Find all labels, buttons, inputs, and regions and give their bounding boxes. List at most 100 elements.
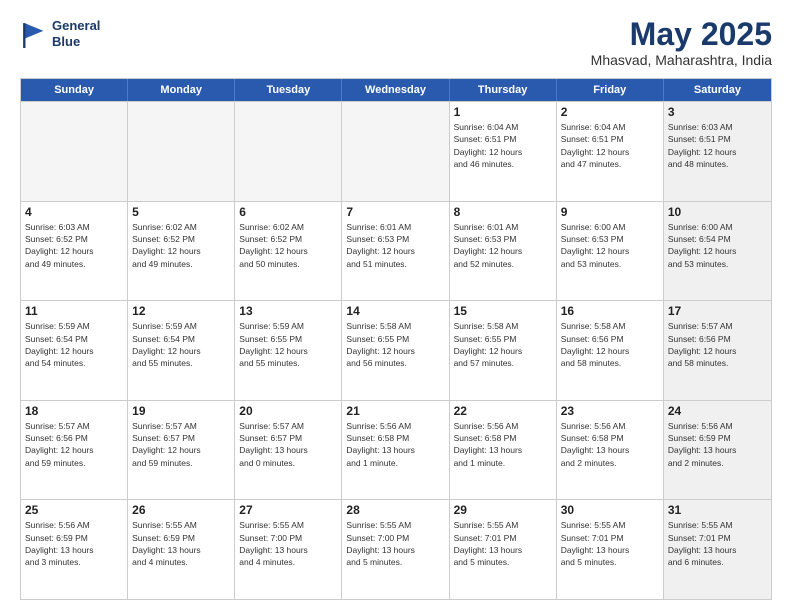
day-number: 25 [25,503,123,517]
logo: General Blue [20,18,100,49]
calendar-cell: 7 Sunrise: 6:01 AM Sunset: 6:53 PM Daylig… [342,202,449,301]
logo-text: General Blue [52,18,100,49]
day-info: Sunrise: 6:03 AM Sunset: 6:52 PM Dayligh… [25,221,123,270]
day-info: Sunrise: 5:56 AM Sunset: 6:58 PM Dayligh… [346,420,444,469]
day-info: Sunrise: 6:00 AM Sunset: 6:54 PM Dayligh… [668,221,767,270]
day-number: 29 [454,503,552,517]
day-number: 21 [346,404,444,418]
day-info: Sunrise: 6:03 AM Sunset: 6:51 PM Dayligh… [668,121,767,170]
day-number: 16 [561,304,659,318]
weekday-header: Saturday [664,79,771,101]
header: General Blue May 2025 Mhasvad, Maharasht… [20,18,772,68]
calendar-cell: 22 Sunrise: 5:56 AM Sunset: 6:58 PM Dayli… [450,401,557,500]
calendar-row: 25 Sunrise: 5:56 AM Sunset: 6:59 PM Dayli… [21,499,771,599]
calendar-cell: 21 Sunrise: 5:56 AM Sunset: 6:58 PM Dayli… [342,401,449,500]
day-info: Sunrise: 5:58 AM Sunset: 6:56 PM Dayligh… [561,320,659,369]
day-number: 12 [132,304,230,318]
day-info: Sunrise: 5:55 AM Sunset: 7:00 PM Dayligh… [346,519,444,568]
calendar-cell: 6 Sunrise: 6:02 AM Sunset: 6:52 PM Daylig… [235,202,342,301]
calendar-row: 18 Sunrise: 5:57 AM Sunset: 6:56 PM Dayli… [21,400,771,500]
weekday-header: Monday [128,79,235,101]
day-info: Sunrise: 5:59 AM Sunset: 6:54 PM Dayligh… [25,320,123,369]
month-title: May 2025 [591,18,772,50]
calendar-cell: 3 Sunrise: 6:03 AM Sunset: 6:51 PM Daylig… [664,102,771,201]
calendar-cell: 20Sunrise: 5:57 AM Sunset: 6:57 PM Dayli… [235,401,342,500]
day-info: Sunrise: 6:02 AM Sunset: 6:52 PM Dayligh… [239,221,337,270]
calendar-cell: 2 Sunrise: 6:04 AM Sunset: 6:51 PM Daylig… [557,102,664,201]
calendar-cell [128,102,235,201]
calendar-cell: 28Sunrise: 5:55 AM Sunset: 7:00 PM Dayli… [342,500,449,599]
day-number: 26 [132,503,230,517]
day-info: Sunrise: 5:57 AM Sunset: 6:56 PM Dayligh… [668,320,767,369]
location: Mhasvad, Maharashtra, India [591,52,772,68]
day-info: Sunrise: 6:00 AM Sunset: 6:53 PM Dayligh… [561,221,659,270]
day-info: Sunrise: 5:56 AM Sunset: 6:59 PM Dayligh… [25,519,123,568]
day-number: 31 [668,503,767,517]
day-info: Sunrise: 5:59 AM Sunset: 6:55 PM Dayligh… [239,320,337,369]
day-info: Sunrise: 5:57 AM Sunset: 6:56 PM Dayligh… [25,420,123,469]
day-number: 13 [239,304,337,318]
calendar: SundayMondayTuesdayWednesdayThursdayFrid… [20,78,772,600]
page: General Blue May 2025 Mhasvad, Maharasht… [0,0,792,612]
calendar-cell: 4Sunrise: 6:03 AM Sunset: 6:52 PM Daylig… [21,202,128,301]
day-info: Sunrise: 5:57 AM Sunset: 6:57 PM Dayligh… [132,420,230,469]
weekday-header: Friday [557,79,664,101]
calendar-row: 11Sunrise: 5:59 AM Sunset: 6:54 PM Dayli… [21,300,771,400]
calendar-cell: 25 Sunrise: 5:56 AM Sunset: 6:59 PM Dayli… [21,500,128,599]
day-number: 19 [132,404,230,418]
day-number: 6 [239,205,337,219]
calendar-cell: 12Sunrise: 5:59 AM Sunset: 6:54 PM Dayli… [128,301,235,400]
calendar-cell: 27Sunrise: 5:55 AM Sunset: 7:00 PM Dayli… [235,500,342,599]
day-number: 2 [561,105,659,119]
calendar-cell: 5Sunrise: 6:02 AM Sunset: 6:52 PM Daylig… [128,202,235,301]
day-info: Sunrise: 5:55 AM Sunset: 7:01 PM Dayligh… [668,519,767,568]
day-info: Sunrise: 5:56 AM Sunset: 6:58 PM Dayligh… [561,420,659,469]
calendar-cell: 8 Sunrise: 6:01 AM Sunset: 6:53 PM Daylig… [450,202,557,301]
calendar-cell: 1 Sunrise: 6:04 AM Sunset: 6:51 PM Daylig… [450,102,557,201]
calendar-cell: 29Sunrise: 5:55 AM Sunset: 7:01 PM Dayli… [450,500,557,599]
weekday-header: Wednesday [342,79,449,101]
day-info: Sunrise: 6:01 AM Sunset: 6:53 PM Dayligh… [454,221,552,270]
day-info: Sunrise: 5:57 AM Sunset: 6:57 PM Dayligh… [239,420,337,469]
calendar-cell: 14 Sunrise: 5:58 AM Sunset: 6:55 PM Dayli… [342,301,449,400]
title-block: May 2025 Mhasvad, Maharashtra, India [591,18,772,68]
day-info: Sunrise: 5:58 AM Sunset: 6:55 PM Dayligh… [346,320,444,369]
calendar-cell: 19 Sunrise: 5:57 AM Sunset: 6:57 PM Dayli… [128,401,235,500]
calendar-cell [342,102,449,201]
weekday-header: Sunday [21,79,128,101]
calendar-cell: 15Sunrise: 5:58 AM Sunset: 6:55 PM Dayli… [450,301,557,400]
day-number: 1 [454,105,552,119]
calendar-row: 4Sunrise: 6:03 AM Sunset: 6:52 PM Daylig… [21,201,771,301]
day-number: 23 [561,404,659,418]
day-info: Sunrise: 5:56 AM Sunset: 6:59 PM Dayligh… [668,420,767,469]
day-number: 18 [25,404,123,418]
day-info: Sunrise: 6:04 AM Sunset: 6:51 PM Dayligh… [454,121,552,170]
weekday-header: Tuesday [235,79,342,101]
day-number: 9 [561,205,659,219]
day-info: Sunrise: 5:55 AM Sunset: 6:59 PM Dayligh… [132,519,230,568]
day-info: Sunrise: 6:01 AM Sunset: 6:53 PM Dayligh… [346,221,444,270]
day-number: 7 [346,205,444,219]
calendar-cell [235,102,342,201]
calendar-cell: 13 Sunrise: 5:59 AM Sunset: 6:55 PM Dayli… [235,301,342,400]
calendar-row: 1 Sunrise: 6:04 AM Sunset: 6:51 PM Daylig… [21,101,771,201]
day-number: 10 [668,205,767,219]
calendar-cell: 10 Sunrise: 6:00 AM Sunset: 6:54 PM Dayli… [664,202,771,301]
day-number: 30 [561,503,659,517]
day-info: Sunrise: 5:56 AM Sunset: 6:58 PM Dayligh… [454,420,552,469]
day-number: 3 [668,105,767,119]
calendar-body: 1 Sunrise: 6:04 AM Sunset: 6:51 PM Daylig… [21,101,771,599]
calendar-cell: 9 Sunrise: 6:00 AM Sunset: 6:53 PM Daylig… [557,202,664,301]
day-number: 24 [668,404,767,418]
calendar-cell: 17 Sunrise: 5:57 AM Sunset: 6:56 PM Dayli… [664,301,771,400]
calendar-cell: 11Sunrise: 5:59 AM Sunset: 6:54 PM Dayli… [21,301,128,400]
day-number: 14 [346,304,444,318]
day-number: 8 [454,205,552,219]
day-number: 17 [668,304,767,318]
calendar-cell: 24 Sunrise: 5:56 AM Sunset: 6:59 PM Dayli… [664,401,771,500]
day-number: 22 [454,404,552,418]
calendar-cell: 23 Sunrise: 5:56 AM Sunset: 6:58 PM Dayli… [557,401,664,500]
day-info: Sunrise: 5:55 AM Sunset: 7:00 PM Dayligh… [239,519,337,568]
day-info: Sunrise: 6:04 AM Sunset: 6:51 PM Dayligh… [561,121,659,170]
weekday-header: Thursday [450,79,557,101]
